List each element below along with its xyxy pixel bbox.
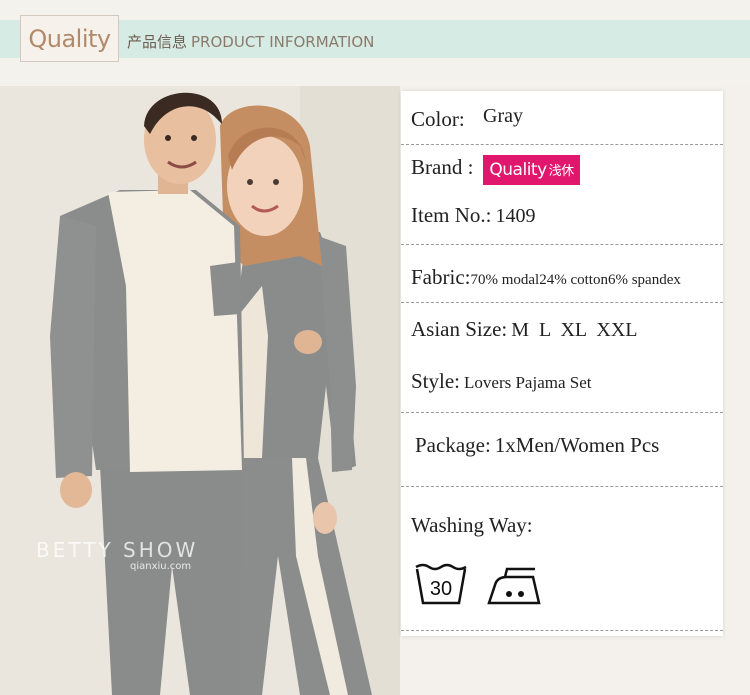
section-title: 产品信息 PRODUCT INFORMATION (127, 31, 374, 52)
fabric-row: Fabric:70% modal24% cotton6% spandex (401, 245, 723, 303)
washing-label: Washing Way: (411, 513, 533, 537)
color-value: Gray (483, 105, 523, 127)
brand-logo-cn: 浅休 (548, 164, 575, 180)
brand-logo-text: Quality (489, 160, 547, 181)
wash-temp-label: 30 (430, 578, 452, 600)
brand-logo: Quality 浅休 (483, 155, 580, 186)
washing-row: Washing Way: (401, 487, 723, 631)
section-title-cn: 产品信息 (127, 33, 188, 51)
brand-line: Brand : Quality 浅休 (411, 155, 580, 186)
fabric-value: 70% modal24% cotton6% spandex (470, 272, 681, 288)
style-label: Style: (411, 369, 461, 393)
watermark: BETTY SHOW (36, 538, 199, 562)
logo-text: Quality (28, 24, 111, 53)
color-row: Color: Gray (401, 91, 723, 145)
fabric-label: Fabric: (411, 265, 471, 289)
package-label: Package: (415, 433, 491, 457)
color-label: Color: (411, 107, 465, 131)
size-row: Asian Size: M L XL XXL (401, 303, 723, 357)
section-title-en: PRODUCT INFORMATION (191, 33, 375, 51)
iron-medium-icon (487, 567, 541, 605)
package-line: Package: 1xMen/Women Pcs (415, 433, 659, 458)
size-line: Asian Size: M L XL XXL (411, 317, 638, 342)
brand-item-row: Brand : Quality 浅休 Item No.: 1409 (401, 145, 723, 245)
fabric-line: Fabric:70% modal24% cotton6% spandex (411, 265, 681, 290)
package-value: 1xMen/Women Pcs (494, 433, 660, 457)
wash-30-icon: 30 (415, 563, 467, 605)
item-label: Item No.: (411, 203, 492, 227)
package-row: Package: 1xMen/Women Pcs (401, 413, 723, 487)
style-line: Style: Lovers Pajama Set (411, 369, 591, 394)
style-row: Style: Lovers Pajama Set (401, 357, 723, 413)
product-photo: BETTY SHOW qianxiu.com (0, 86, 400, 695)
style-value: Lovers Pajama Set (464, 373, 592, 392)
size-value: M L XL XXL (511, 319, 638, 341)
watermark-url: qianxiu.com (130, 561, 192, 572)
care-icons: 30 (413, 561, 543, 607)
header-banner: Quality 产品信息 PRODUCT INFORMATION (0, 0, 750, 86)
product-info-panel: Color: Gray Brand : Quality 浅休 Item No.: … (401, 91, 723, 636)
couple-illustration (0, 86, 400, 695)
item-value: 1409 (495, 205, 536, 227)
quality-logo: Quality (20, 15, 119, 62)
size-label: Asian Size: (411, 317, 508, 341)
brand-label: Brand : (411, 155, 474, 179)
item-line: Item No.: 1409 (411, 203, 535, 228)
